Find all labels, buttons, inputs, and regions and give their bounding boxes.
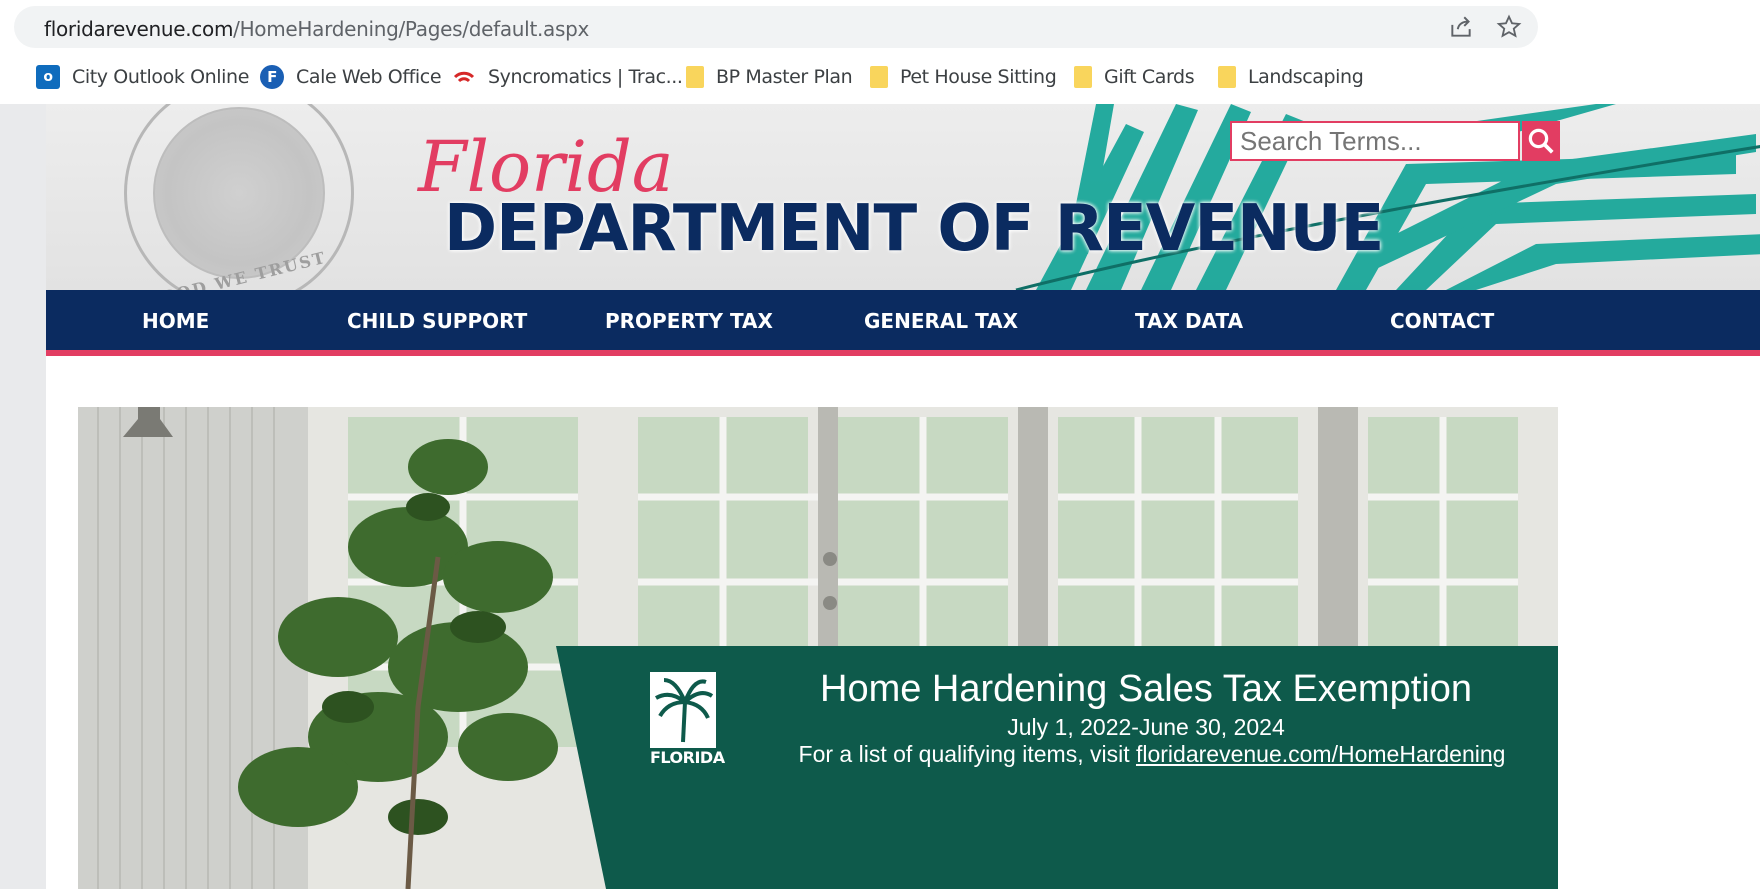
share-icon[interactable]: [1448, 14, 1474, 40]
nav-tax-data[interactable]: TAX DATA: [1135, 290, 1243, 350]
bookmark-label: BP Master Plan: [716, 66, 853, 88]
bookmark-bp-master-plan[interactable]: BP Master Plan: [686, 64, 853, 90]
search-icon: [1528, 128, 1554, 154]
nav-general-tax[interactable]: GENERAL TAX: [864, 290, 1018, 350]
nav-accent-stripe: [46, 350, 1760, 356]
url-text[interactable]: floridarevenue.com/HomeHardening/Pages/d…: [44, 17, 589, 41]
search-input[interactable]: [1230, 121, 1520, 161]
folder-icon: [1074, 66, 1092, 88]
cale-icon: F: [260, 65, 284, 89]
url-path: /HomeHardening/Pages/default.aspx: [233, 17, 590, 41]
bookmark-label: Cale Web Office: [296, 66, 442, 88]
address-bar[interactable]: floridarevenue.com/HomeHardening/Pages/d…: [14, 6, 1538, 48]
nav-contact[interactable]: CONTACT: [1390, 290, 1494, 350]
url-host: floridarevenue.com: [44, 17, 234, 41]
folder-icon: [686, 66, 704, 88]
bookmark-label: City Outlook Online: [72, 66, 249, 88]
bookmark-syncromatics[interactable]: Syncromatics | Trac...: [452, 64, 683, 90]
main-nav: HOME CHILD SUPPORT PROPERTY TAX GENERAL …: [46, 290, 1760, 350]
bookmark-label: Syncromatics | Trac...: [488, 66, 683, 88]
outlook-icon: o: [36, 65, 60, 89]
banner-dates: July 1, 2022-June 30, 2024: [1007, 714, 1285, 740]
folder-icon: [870, 66, 888, 88]
banner-note-text: For a list of qualifying items, visit: [798, 741, 1136, 767]
bookmark-label: Gift Cards: [1104, 66, 1195, 88]
page-title: DEPARTMENT OF REVENUE: [444, 192, 1384, 266]
banner-note: For a list of qualifying items, visit fl…: [772, 741, 1532, 768]
bookmark-cale-web-office[interactable]: F Cale Web Office: [260, 64, 442, 90]
nav-child-support[interactable]: CHILD SUPPORT: [347, 290, 527, 350]
bookmarks-bar: o City Outlook Online F Cale Web Office …: [0, 58, 1760, 94]
syncromatics-icon: [452, 65, 476, 89]
bookmark-label: Pet House Sitting: [900, 66, 1057, 88]
nav-home[interactable]: HOME: [142, 290, 209, 350]
bookmark-landscaping[interactable]: Landscaping: [1218, 64, 1364, 90]
search-button[interactable]: [1522, 121, 1560, 161]
bookmark-pet-house-sitting[interactable]: Pet House Sitting: [870, 64, 1057, 90]
florida-logo-label: FLORIDA: [650, 748, 725, 767]
bookmark-star-icon[interactable]: [1496, 14, 1522, 40]
folder-icon: [1218, 66, 1236, 88]
bookmark-city-outlook[interactable]: o City Outlook Online: [36, 64, 249, 90]
page-side-gutter: [0, 104, 46, 889]
home-hardening-link[interactable]: floridarevenue.com/HomeHardening: [1136, 741, 1505, 767]
bookmark-gift-cards[interactable]: Gift Cards: [1074, 64, 1195, 90]
nav-property-tax[interactable]: PROPERTY TAX: [605, 290, 773, 350]
bookmark-label: Landscaping: [1248, 66, 1364, 88]
banner-title: Home Hardening Sales Tax Exemption: [820, 668, 1472, 710]
